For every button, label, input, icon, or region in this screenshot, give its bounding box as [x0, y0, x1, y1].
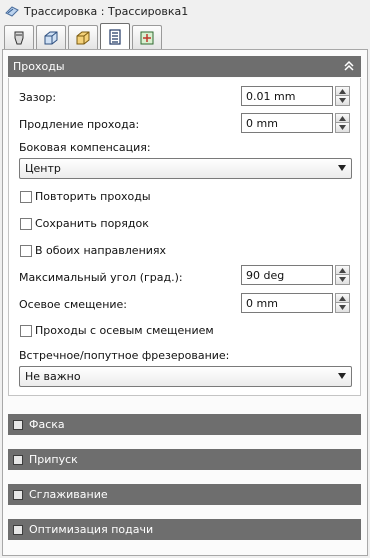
- gap-spinner[interactable]: [335, 86, 350, 106]
- both-directions-checkbox[interactable]: В обоих направлениях: [20, 244, 166, 257]
- keep-order-label: Сохранить порядок: [35, 217, 149, 230]
- section-header-smoothing[interactable]: Сглаживание: [8, 484, 361, 505]
- spin-up-icon[interactable]: [335, 265, 350, 275]
- tab-linking[interactable]: [132, 25, 162, 49]
- section-title-passes: Проходы: [13, 60, 65, 73]
- compensation-select[interactable]: Центр: [19, 158, 352, 179]
- compensation-label: Боковая компенсация:: [19, 141, 151, 154]
- section-header-passes[interactable]: Проходы: [8, 56, 361, 77]
- spin-down-icon[interactable]: [335, 275, 350, 285]
- spin-up-icon[interactable]: [335, 86, 350, 96]
- section-title-smoothing: Сглаживание: [29, 488, 108, 501]
- spin-down-icon[interactable]: [335, 96, 350, 106]
- linking-icon: [140, 31, 154, 44]
- compensation-value: Центр: [25, 162, 61, 175]
- repeat-passes-checkbox[interactable]: Повторить проходы: [20, 190, 151, 203]
- both-directions-label: В обоих направлениях: [35, 244, 167, 257]
- tab-passes[interactable]: [100, 23, 130, 49]
- section-header-feed-optimization[interactable]: Оптимизация подачи: [8, 519, 361, 540]
- tab-stock[interactable]: [36, 25, 66, 49]
- tab-strip: [4, 23, 164, 49]
- repeat-passes-label: Повторить проходы: [35, 190, 151, 203]
- milling-value: Не важно: [25, 370, 81, 383]
- max-angle-spinner[interactable]: [335, 265, 350, 285]
- section-title-chamfer: Фаска: [29, 418, 65, 431]
- gap-label: Зазор:: [19, 91, 57, 104]
- section-toggle-box[interactable]: [13, 419, 23, 430]
- axial-offset-spinner[interactable]: [335, 293, 350, 313]
- collapse-chevron-icon[interactable]: [343, 59, 355, 73]
- toolpath-icon: [5, 6, 19, 17]
- dropdown-arrow-icon: [338, 373, 346, 379]
- milling-select[interactable]: Не важно: [19, 366, 352, 387]
- window-title: Трассировка : Трассировка1: [24, 4, 189, 18]
- keep-order-checkbox[interactable]: Сохранить порядок: [20, 217, 149, 230]
- axial-offset-passes-label: Проходы с осевым смещением: [35, 324, 214, 337]
- checkbox-box[interactable]: [20, 190, 32, 203]
- tab-tool[interactable]: [4, 25, 34, 49]
- extension-spinner[interactable]: [335, 113, 350, 133]
- workpiece-icon: [76, 31, 90, 44]
- section-toggle-box[interactable]: [13, 489, 23, 500]
- section-title-feed-optimization: Оптимизация подачи: [29, 523, 154, 536]
- tool-icon: [14, 31, 24, 44]
- section-header-chamfer[interactable]: Фаска: [8, 414, 361, 435]
- spin-up-icon[interactable]: [335, 113, 350, 123]
- spin-down-icon[interactable]: [335, 303, 350, 313]
- axial-offset-input[interactable]: [241, 293, 333, 313]
- passes-icon: [109, 28, 121, 45]
- extension-label: Продление прохода:: [19, 118, 140, 131]
- milling-label: Встречное/попутное фрезерование:: [19, 349, 230, 362]
- extension-input[interactable]: [241, 113, 333, 133]
- gap-input[interactable]: [241, 86, 333, 106]
- section-toggle-box[interactable]: [13, 454, 23, 465]
- window-titlebar: Трассировка : Трассировка1: [0, 0, 370, 22]
- section-header-allowance[interactable]: Припуск: [8, 449, 361, 470]
- checkbox-box[interactable]: [20, 244, 32, 257]
- stock-box-icon: [44, 31, 58, 44]
- checkbox-box[interactable]: [20, 217, 32, 230]
- axial-offset-label: Осевое смещение:: [19, 298, 128, 311]
- section-toggle-box[interactable]: [13, 524, 23, 535]
- section-title-allowance: Припуск: [29, 453, 78, 466]
- axial-offset-passes-checkbox[interactable]: Проходы с осевым смещением: [20, 324, 214, 337]
- checkbox-box[interactable]: [20, 324, 32, 337]
- max-angle-input[interactable]: [241, 265, 333, 285]
- tab-workpiece[interactable]: [68, 25, 98, 49]
- max-angle-label: Максимальный угол (град.):: [19, 271, 183, 284]
- dropdown-arrow-icon: [338, 165, 346, 171]
- spin-up-icon[interactable]: [335, 293, 350, 303]
- spin-down-icon[interactable]: [335, 123, 350, 133]
